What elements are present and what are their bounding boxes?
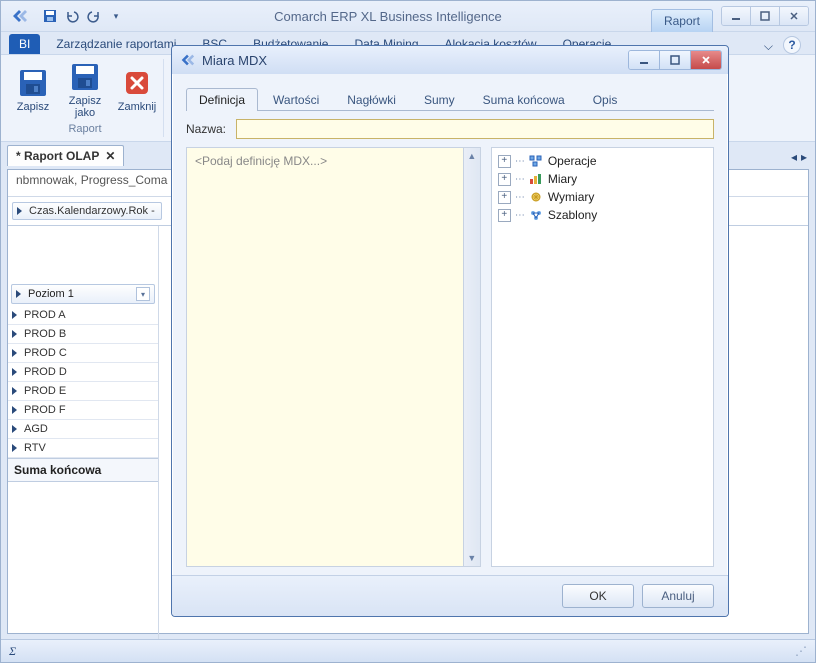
floppy-icon (69, 61, 101, 93)
main-window: ▾ Comarch ERP XL Business Intelligence R… (0, 0, 816, 663)
tab-definicja[interactable]: Definicja (186, 88, 258, 111)
chevron-down-icon[interactable]: ▾ (136, 287, 150, 301)
dialog-body: Definicja Wartości Nagłówki Sumy Suma ko… (172, 74, 728, 575)
tree-node-operacje[interactable]: +⋯ Operacje (498, 152, 707, 170)
name-row: Nazwa: (186, 119, 714, 139)
mdx-placeholder: <Podaj definicję MDX...> (187, 148, 480, 174)
ribbon-tab-zarzadzanie[interactable]: Zarządzanie raportami (46, 34, 186, 54)
ribbon-collapse-icon[interactable]: ⌵ (764, 39, 773, 54)
close-label: Zamknij (118, 101, 157, 113)
qat-save-icon[interactable] (41, 7, 59, 25)
app-icon (7, 4, 31, 28)
cancel-button[interactable]: Anuluj (642, 584, 714, 608)
templates-icon (528, 208, 544, 222)
expand-icon[interactable]: + (498, 191, 511, 204)
expand-icon[interactable]: + (498, 209, 511, 222)
mdx-tree[interactable]: +⋯ Operacje +⋯ Miary +⋯ Wymiary (491, 147, 714, 567)
close-icon (121, 67, 153, 99)
operations-icon (528, 154, 544, 168)
minimize-button[interactable] (722, 7, 750, 25)
status-bar: Σ ⋰ (1, 639, 815, 662)
close-report-button[interactable]: Zamknij (117, 67, 157, 113)
dialog-tabs: Definicja Wartości Nagłówki Sumy Suma ko… (186, 84, 714, 111)
row-item[interactable]: AGD (8, 420, 158, 439)
quick-access-toolbar: ▾ (41, 7, 125, 25)
row-level-selector[interactable]: Poziom 1 ▾ (11, 284, 155, 304)
row-item[interactable]: PROD D (8, 363, 158, 382)
dimensions-icon (528, 190, 544, 204)
dialog-maximize-button[interactable] (659, 51, 690, 69)
resize-grip-icon[interactable]: ⋰ (795, 644, 807, 658)
row-item[interactable]: RTV (8, 439, 158, 458)
column-field-item[interactable]: Czas.Kalendarzowy.Rok - (12, 202, 162, 220)
dialog-footer: OK Anuluj (172, 575, 728, 616)
floppy-icon (17, 67, 49, 99)
mdx-definition-input[interactable]: <Podaj definicję MDX...> ▲ ▼ (186, 147, 481, 567)
qat-redo-icon[interactable] (85, 7, 103, 25)
save-label: Zapisz (17, 101, 49, 113)
row-item[interactable]: PROD C (8, 344, 158, 363)
scroll-up-icon[interactable]: ▲ (464, 148, 480, 164)
window-buttons (721, 6, 809, 26)
tab-opis[interactable]: Opis (580, 88, 631, 111)
name-input[interactable] (236, 119, 714, 139)
row-item[interactable]: PROD F (8, 401, 158, 420)
grand-total-row: Suma końcowa (8, 458, 158, 482)
scrollbar[interactable]: ▲ ▼ (463, 148, 480, 566)
tree-node-szablony[interactable]: +⋯ Szablony (498, 206, 707, 224)
document-tab[interactable]: * Raport OLAP ✕ (7, 145, 124, 166)
maximize-button[interactable] (750, 7, 779, 25)
dialog-title: Miara MDX (202, 53, 628, 68)
row-panel: Poziom 1 ▾ PROD A PROD B PROD C PROD D P… (8, 226, 159, 641)
close-tab-icon[interactable]: ✕ (105, 149, 115, 163)
tab-nav-right-icon[interactable]: ▸ (799, 148, 809, 166)
measures-icon (528, 172, 544, 186)
tree-node-wymiary[interactable]: +⋯ Wymiary (498, 188, 707, 206)
tab-naglowki[interactable]: Nagłówki (334, 88, 409, 111)
row-item[interactable]: PROD E (8, 382, 158, 401)
save-as-button[interactable]: Zapiszjako (65, 61, 105, 119)
scroll-down-icon[interactable]: ▼ (464, 550, 480, 566)
help-icon[interactable]: ? (783, 36, 801, 54)
dialog-window-buttons (628, 50, 722, 70)
ribbon-group-raport: Zapisz Zapiszjako Zamknij Raport (7, 59, 164, 137)
expand-icon[interactable]: + (498, 173, 511, 186)
tab-wartosci[interactable]: Wartości (260, 88, 332, 111)
ribbon-group-label: Raport (68, 123, 101, 137)
row-item[interactable]: PROD A (8, 306, 158, 325)
save-as-label: Zapiszjako (69, 95, 101, 119)
context-tab-raport[interactable]: Raport (651, 9, 713, 32)
document-tab-title: * Raport OLAP (16, 149, 99, 163)
tab-suma-koncowa[interactable]: Suma końcowa (470, 88, 578, 111)
row-item[interactable]: PROD B (8, 325, 158, 344)
qat-undo-icon[interactable] (63, 7, 81, 25)
close-button[interactable] (779, 7, 808, 25)
tree-node-miary[interactable]: +⋯ Miary (498, 170, 707, 188)
save-button[interactable]: Zapisz (13, 67, 53, 113)
dialog-minimize-button[interactable] (629, 51, 659, 69)
dialog-close-button[interactable] (690, 51, 721, 69)
sigma-icon[interactable]: Σ (9, 644, 16, 659)
app-icon (178, 51, 196, 69)
app-title: Comarch ERP XL Business Intelligence (125, 9, 651, 24)
tab-sumy[interactable]: Sumy (411, 88, 468, 111)
ok-button[interactable]: OK (562, 584, 634, 608)
tab-nav-left-icon[interactable]: ◂ (789, 148, 799, 166)
dialog-titlebar[interactable]: Miara MDX (172, 46, 728, 74)
name-label: Nazwa: (186, 122, 226, 136)
qat-dropdown-icon[interactable]: ▾ (107, 7, 125, 25)
mdx-measure-dialog: Miara MDX Definicja Wartości Nagłówki Su… (171, 45, 729, 617)
ribbon-tab-bi[interactable]: BI (9, 34, 40, 54)
titlebar: ▾ Comarch ERP XL Business Intelligence R… (1, 1, 815, 32)
expand-icon[interactable]: + (498, 155, 511, 168)
